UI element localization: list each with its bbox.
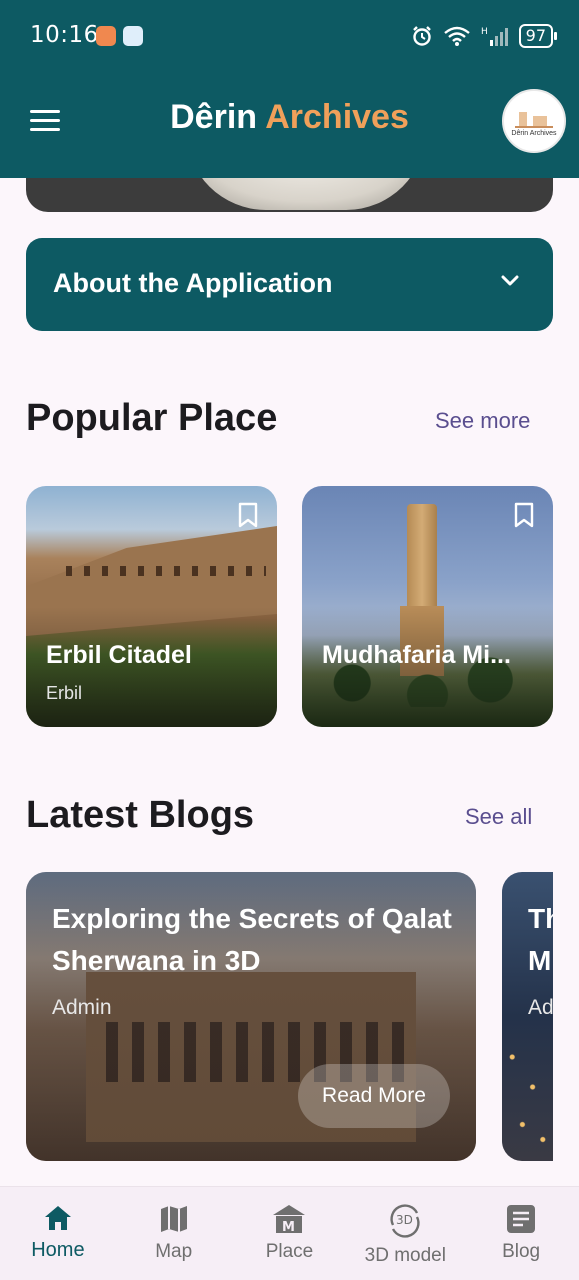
blog-title: Exploring the Secrets of Qalat Sherwana … <box>52 903 452 976</box>
blog-icon <box>507 1205 536 1233</box>
chevron-down-icon <box>501 275 519 286</box>
3d-model-icon: 3D <box>390 1204 420 1238</box>
blog-author: Admin <box>52 996 112 1019</box>
about-label: About the Application <box>53 268 333 298</box>
svg-text:H: H <box>481 27 488 37</box>
latest-blogs-title: Latest Blogs <box>26 794 255 836</box>
logo-icon <box>515 106 553 128</box>
place-card-erbil-citadel[interactable]: Erbil Citadel Erbil <box>26 486 277 727</box>
wifi-icon <box>443 26 470 46</box>
alarm-icon <box>412 26 431 46</box>
nav-home-label: Home <box>31 1239 85 1261</box>
avatar-logo-text: Dêrin Archives <box>511 129 557 137</box>
app-title-accent: Archives <box>265 98 409 136</box>
place-card-mudhafaria-minaret[interactable]: Mudhafaria Mi... <box>302 486 553 727</box>
nav-home[interactable]: Home <box>0 1187 116 1280</box>
nav-map[interactable]: Map <box>116 1187 232 1280</box>
app-header: 10:16 H 97 Dêrin Archives Dêrin Archives <box>0 0 579 178</box>
see-more-link[interactable]: See more <box>435 408 530 434</box>
blog-image <box>502 1012 553 1161</box>
status-bar: 10:16 H 97 <box>0 0 579 72</box>
about-accordion[interactable]: About the Application <box>26 238 553 331</box>
popular-place-title: Popular Place <box>26 397 278 439</box>
bookmark-icon[interactable] <box>237 502 259 528</box>
place-image-detail <box>66 566 266 576</box>
battery-indicator: 97 <box>518 24 558 48</box>
status-time: 10:16 <box>30 22 99 48</box>
app-title-primary: Dêrin <box>170 98 258 136</box>
svg-text:3D: 3D <box>396 1213 413 1227</box>
place-city: Erbil <box>46 683 83 703</box>
place-icon: M <box>273 1205 306 1235</box>
bottom-navigation: Home Map M Place 3D 3D model Blog <box>0 1186 579 1280</box>
notification-bing-icon <box>123 26 143 46</box>
nav-blog[interactable]: Blog <box>463 1187 579 1280</box>
signal-icon: H <box>481 27 508 46</box>
place-name: Erbil Citadel <box>46 641 192 669</box>
home-icon <box>44 1206 71 1230</box>
blog-card-partial[interactable]: ThM Ad <box>502 872 553 1161</box>
nav-3d-model-label: 3D model <box>364 1245 446 1266</box>
nav-blog-label: Blog <box>502 1241 541 1262</box>
read-more-button[interactable]: Read More <box>298 1064 450 1128</box>
bookmark-icon[interactable] <box>513 502 535 528</box>
profile-avatar[interactable]: Dêrin Archives <box>502 89 566 153</box>
notification-app-icon <box>96 26 116 46</box>
nav-map-label: Map <box>155 1241 193 1262</box>
svg-text:M: M <box>282 1220 295 1235</box>
nav-place-label: Place <box>265 1241 314 1262</box>
blog-title: ThM <box>528 903 553 976</box>
map-icon <box>160 1206 187 1232</box>
nav-place[interactable]: M Place <box>232 1187 348 1280</box>
blog-author: Ad <box>528 996 553 1019</box>
app-title: Dêrin Archives <box>0 98 579 137</box>
place-name: Mudhafaria Mi... <box>322 641 511 669</box>
status-icons: H 97 <box>411 22 558 50</box>
see-all-link[interactable]: See all <box>465 804 532 830</box>
nav-3d-model[interactable]: 3D 3D model <box>347 1187 463 1280</box>
blog-card[interactable]: Exploring the Secrets of Qalat Sherwana … <box>26 872 476 1161</box>
